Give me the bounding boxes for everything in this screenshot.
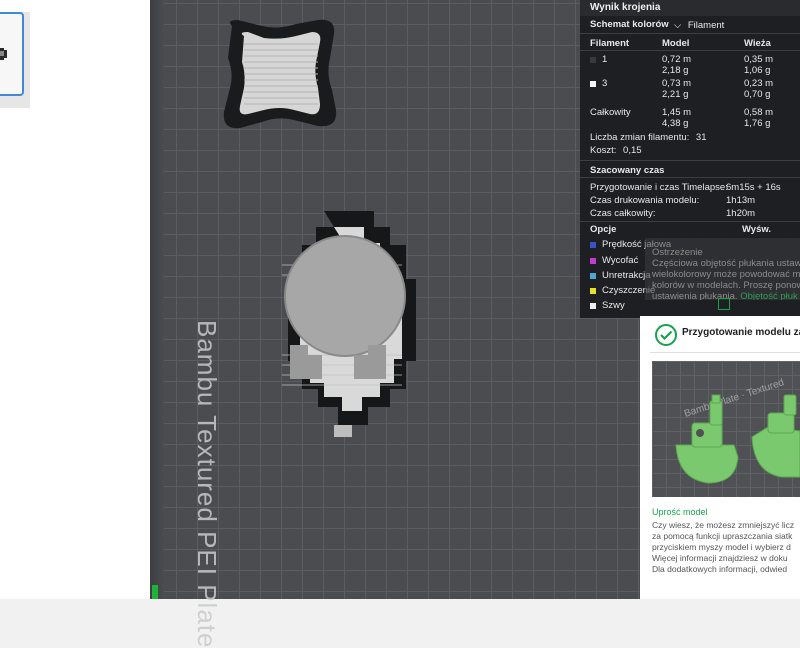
prep-time-label: Przygotowanie i czas Timelapse: [590,182,728,193]
filament-changes-value: 31 [695,132,707,143]
filament-1-color-swatch [590,57,596,63]
slice-complete-notification: Przygotowanie modelu zako Bambu Plate · … [640,316,800,599]
tip-line: za pomocą funkcji upraszczania siatk [652,531,793,541]
flush-volume-link[interactable]: Objętość płuk [740,291,798,300]
total-model-weight: 4,38 g [662,118,689,129]
filament-3-tower-length: 0,23 m [744,78,774,89]
total-tower-weight: 1,76 g [744,118,771,129]
filament-changes-label: Liczba zmian filamentu: [590,132,690,143]
plate-thumbnail[interactable] [0,12,24,96]
column-header-model: Model [662,38,690,49]
column-header-filament: Filament [590,38,630,49]
filament-3-model-length: 0,73 m [662,78,692,89]
total-time-label: Czas całkowity: [590,208,656,219]
option-wipe-swatch [590,288,596,294]
warning-title: Ostrzeżenie [652,247,703,258]
filament-1-id: 1 [602,54,608,65]
time-section-title: Szacowany czas [590,165,665,176]
color-scheme-label: Schemat kolorów [590,19,669,30]
tip-line: przyciskiem myszy model i wybierz d [652,542,791,552]
filament-1-tower-weight: 1,06 g [744,65,771,76]
left-panel [0,0,150,599]
plate-thumbnail-container [0,12,30,108]
filament-changes: Liczba zmian filamentu: 31 [590,132,707,143]
separator [580,33,800,34]
chevron-down-icon: ⌵ [674,20,682,31]
filament-3-color-swatch [590,81,596,87]
tip-line: Dla dodatkowych informacji, odwied [652,564,788,574]
filament-3-id: 3 [602,78,608,89]
separator [580,160,800,161]
cost: Koszt: 0,15 [590,145,642,156]
warning-card: Ostrzeżenie Częściowa objętość płukania … [645,238,800,300]
separator [580,50,800,51]
print-time-value: 1h13m [726,195,756,206]
total-model-length: 1,45 m [662,107,692,118]
warning-line: kolorów w modelach. Proszę ponow [652,280,800,291]
filament-1-model-weight: 2,18 g [662,65,689,76]
total-label: Całkowity [590,107,631,118]
model-rounded-square[interactable] [218,18,342,130]
display-header: Wyśw. [742,224,772,235]
tip-line: Czy wiesz, że możesz zmniejszyć licz [652,520,795,530]
filament-1-model-length: 0,72 m [662,54,692,65]
column-header-tower: Wieża [744,38,771,49]
separator [650,352,800,353]
options-header: Opcje [590,224,617,235]
model-pixel-art[interactable] [262,205,422,437]
axis-indicator [152,585,158,599]
color-scheme-value: Filament [687,20,725,31]
option-seams-label[interactable]: Szwy [602,300,625,311]
cost-value: 0,15 [623,145,642,156]
plate-edge [150,0,164,599]
option-travel-swatch [590,242,596,248]
separator [580,177,800,178]
option-unretract-swatch [590,273,596,279]
color-scheme-dropdown[interactable]: ⌵ Filament [674,20,724,31]
total-time-value: 1h20m [726,208,756,219]
filament-3-model-weight: 2,21 g [662,89,689,100]
slice-panel-title: Wynik krojenia [580,0,800,16]
tip-image: Bambu Plate · Textured [652,361,800,497]
warning-line: wielokolorowy może powodować m [652,269,800,280]
filament-3-tower-weight: 0,70 g [744,89,771,100]
option-seams-swatch [590,303,596,309]
option-retract-label[interactable]: Wycofać [602,255,638,266]
benchy-illustration [675,394,800,484]
check-circle-icon [655,324,677,346]
filament-1-tower-length: 0,35 m [744,54,774,65]
notification-title: Przygotowanie modelu zako [682,327,800,338]
model-thumbnail-icon [0,48,7,60]
tip-line: Więcej informacji znajdziesz w doku [652,553,788,563]
print-time-label: Czas drukowania modelu: [590,195,700,206]
warning-line: Częściowa objętość płukania ustawio [652,258,800,269]
cost-label: Koszt: [590,145,617,156]
option-retract-swatch [590,258,596,264]
checkbox[interactable] [718,298,730,310]
option-unretract-label[interactable]: Unretrakcja [602,270,651,281]
tip-title: Uprość model [652,507,708,517]
prep-time-value: 6m15s + 16s [726,182,781,193]
separator [580,221,800,222]
total-tower-length: 0,58 m [744,107,774,118]
